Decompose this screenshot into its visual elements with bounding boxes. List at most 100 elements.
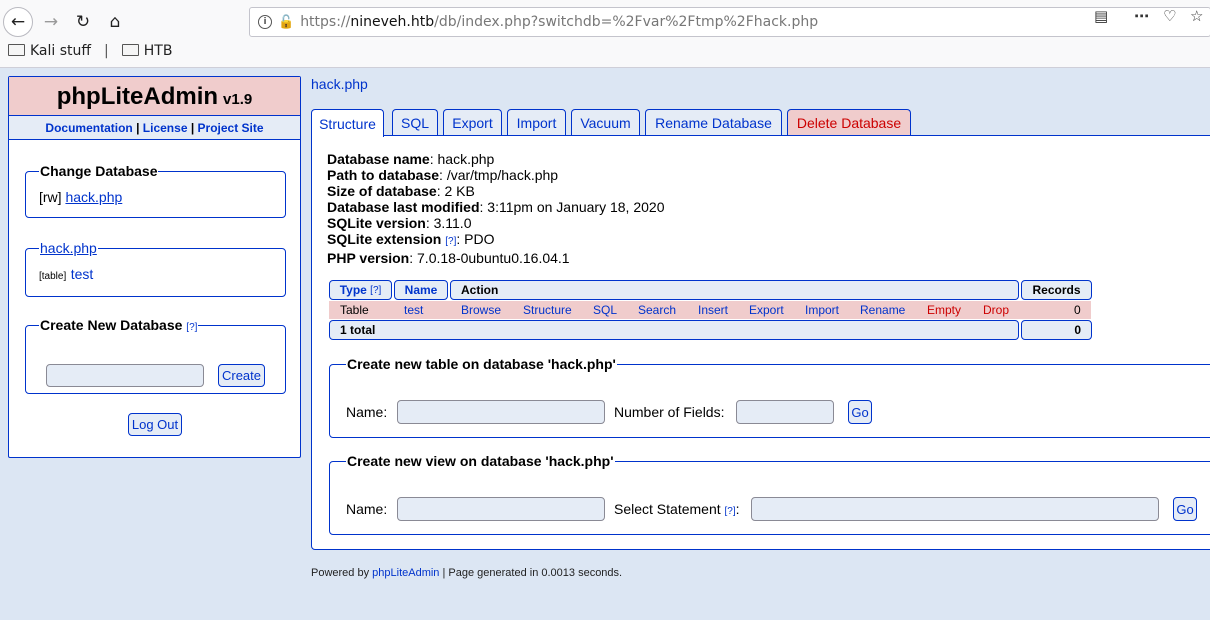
table-name-label: Name: [346,404,388,420]
table-row: Table test Browse Structure SQL Search I… [329,301,1091,319]
url-bar[interactable]: i 🔓 https://nineveh.htb/db/index.php?swi… [249,7,1210,37]
action-insert[interactable]: Insert [698,303,728,317]
change-database-legend: Change Database [40,163,158,179]
browser-toolbar: ← → ↻ ⌂ i 🔓 https://nineveh.htb/db/index… [0,0,1210,68]
change-database-box: Change Database [rw] hack.php [25,163,286,218]
info-row-php-version: PHP version: 7.0.18-0ubuntu0.16.04.1 [327,250,570,266]
row-type: Table [340,303,369,317]
info-row-database-name: Database name: hack.php [327,151,495,167]
project-site-link[interactable]: Project Site [198,121,264,135]
table-footer-total: 1 total [329,320,1019,340]
forward-arrow-icon[interactable]: → [36,7,66,37]
sort-by-type-link[interactable]: Type [340,283,367,297]
doc-links: Documentation | License | Project Site [9,116,300,140]
create-database-legend: Create New Database [40,317,183,333]
create-view-box: Create new view on database 'hack.php' N… [329,453,1210,535]
number-of-fields-label: Number of Fields: [614,404,725,420]
number-of-fields-input[interactable] [736,400,834,424]
column-header-action: Action [450,280,1019,300]
db-mode: [rw] [39,189,62,205]
app-logo: phpLiteAdmin v1.9 [9,77,300,116]
create-table-go-button[interactable]: Go [848,400,872,424]
app-name: phpLiteAdmin [56,83,219,110]
link-separator: | [132,121,143,135]
help-link[interactable]: [?] [370,285,381,296]
database-info: Database name: hack.php Path to database… [327,151,664,266]
action-sql[interactable]: SQL [593,303,617,317]
reload-icon[interactable]: ↻ [68,7,98,37]
info-row-sqlite-version: SQLite version: 3.11.0 [327,215,472,231]
row-name-link[interactable]: test [404,303,423,317]
column-header-name: Name [394,280,448,300]
action-export[interactable]: Export [749,303,784,317]
database-link-hack-php[interactable]: hack.php [65,189,122,205]
table-tag: [table] [39,271,67,282]
info-row-size: Size of database: 2 KB [327,183,475,199]
pocket-icon[interactable]: ♡ [1163,7,1176,25]
logout-button[interactable]: Log Out [128,413,182,436]
bookmark-htb[interactable]: HTB [121,43,172,59]
select-statement-label: Select Statement [?]: [614,501,740,517]
sidebar: phpLiteAdmin v1.9 Documentation | License… [8,76,301,458]
url-path: /db/index.php?switchdb=%2Fvar%2Ftmp%2Fha… [434,14,819,30]
tab-structure[interactable]: Structure [311,109,384,137]
info-row-path: Path to database: /var/tmp/hack.php [327,167,559,183]
table-name-input[interactable] [397,400,605,424]
current-database-link[interactable]: hack.php [40,240,97,256]
tab-rename-database[interactable]: Rename Database [645,109,782,136]
url-host: nineveh.htb [350,14,435,30]
column-header-records: Records [1021,280,1092,300]
info-row-last-modified: Database last modified: 3:11pm on Januar… [327,199,665,215]
url-protocol: https:// [300,14,351,30]
table-footer-records: 0 [1021,320,1092,340]
home-icon[interactable]: ⌂ [100,7,130,37]
new-database-name-input[interactable] [46,364,204,387]
action-search[interactable]: Search [638,303,676,317]
main-panel: Database name: hack.php Path to database… [311,135,1210,550]
tab-sql[interactable]: SQL [392,109,438,136]
view-name-label: Name: [346,501,388,517]
action-drop[interactable]: Drop [983,303,1009,317]
bookmark-kali-stuff[interactable]: Kali stuff [8,43,91,59]
create-view-legend: Create new view on database 'hack.php' [347,453,614,469]
sort-by-name-link[interactable]: Name [405,283,438,297]
page-footer: Powered by phpLiteAdmin | Page generated… [311,567,623,579]
back-arrow-icon[interactable]: ← [3,7,33,37]
link-separator: | [187,121,198,135]
action-browse[interactable]: Browse [461,303,501,317]
create-view-go-button[interactable]: Go [1173,497,1197,521]
tab-export[interactable]: Export [443,109,502,136]
row-records: 0 [1074,303,1081,317]
help-link[interactable]: [?] [186,322,197,333]
tab-delete-database[interactable]: Delete Database [787,109,911,136]
help-link[interactable]: [?] [445,236,456,247]
create-database-button[interactable]: Create [218,364,265,387]
database-title-link[interactable]: hack.php [311,76,368,92]
tab-import[interactable]: Import [507,109,566,136]
create-table-box: Create new table on database 'hack.php' … [329,356,1210,438]
app-version: v1.9 [223,91,253,108]
tab-vacuum[interactable]: Vacuum [571,109,640,136]
select-statement-input[interactable] [751,497,1159,521]
table-link-test[interactable]: test [71,266,94,282]
bookmark-separator: | [104,43,109,59]
action-rename[interactable]: Rename [860,303,905,317]
info-row-sqlite-extension: SQLite extension [?]: PDO [327,231,495,247]
view-name-input[interactable] [397,497,605,521]
more-actions-icon[interactable]: ⋯ [1134,7,1149,25]
action-empty[interactable]: Empty [927,303,961,317]
lock-icon[interactable]: 🔓 [278,15,294,30]
action-structure[interactable]: Structure [523,303,572,317]
action-import[interactable]: Import [805,303,839,317]
phpliteadmin-link[interactable]: phpLiteAdmin [372,567,439,579]
bookmark-star-icon[interactable]: ☆ [1190,7,1203,25]
info-icon[interactable]: i [258,15,272,29]
folder-icon [8,44,25,56]
documentation-link[interactable]: Documentation [45,121,132,135]
reader-view-icon[interactable]: ▤ [1094,7,1108,25]
help-link[interactable]: [?] [725,506,736,517]
create-database-box: Create New Database [?] Create [25,317,286,394]
license-link[interactable]: License [143,121,188,135]
column-header-type: Type [?] [329,280,392,300]
current-database-box: hack.php [table] test [25,240,286,297]
